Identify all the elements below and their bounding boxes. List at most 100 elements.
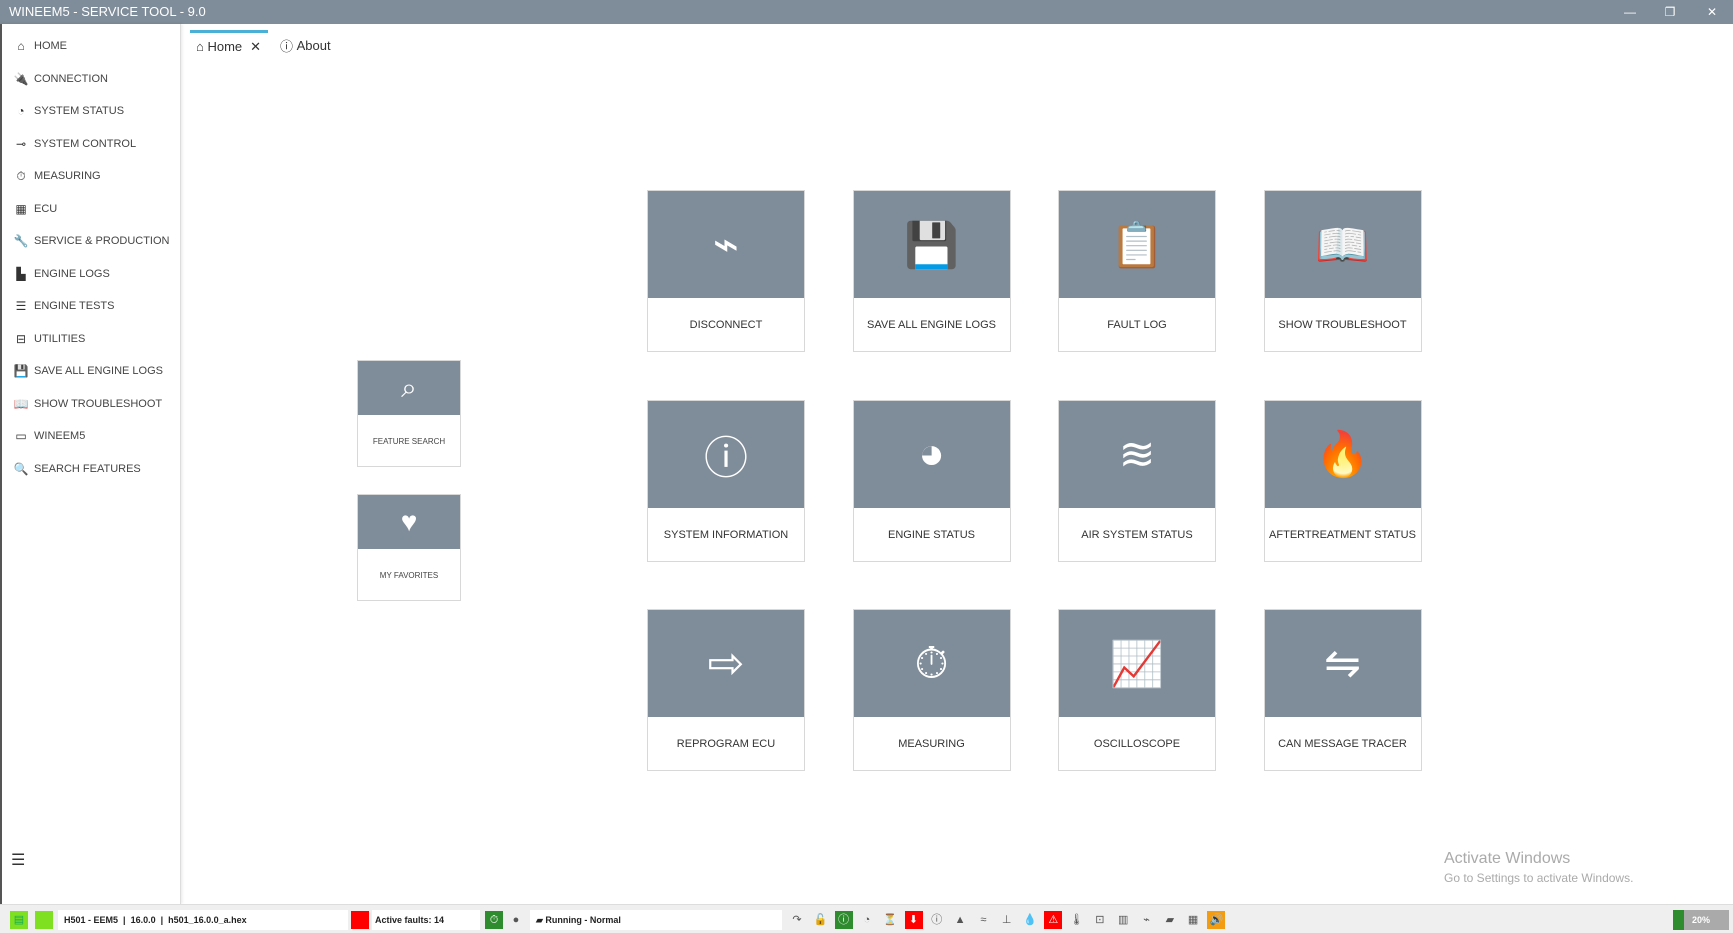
status-icon-10[interactable]: 💧 [1021,911,1039,929]
sidebar-item-label: SAVE ALL ENGINE LOGS [34,365,163,377]
sidebar-item-label: CONNECTION [34,72,108,85]
sidebar-item-label: SHOW TROUBLESHOOT [34,397,163,410]
status-icon-15[interactable]: ⌁ [1138,911,1156,929]
status-icon-14[interactable]: ▥ [1114,911,1132,929]
tab-about[interactable]: ⓘ About [280,30,331,60]
sidebar-item-save-all-engine-logs[interactable]: 💾 SAVE ALL ENGINE LOGS [13,357,163,385]
utilities-icon: ⊟ [15,331,27,346]
activation-watermark: Activate Windows Go to Settings to activa… [1444,850,1633,885]
sidebar-item-engine-logs[interactable]: ▙ ENGINE LOGS [13,260,109,288]
tile-label: SHOW TROUBLESHOOT [1278,319,1407,331]
wineem5-icon: ▭ [15,429,27,443]
tile-can-message-tracer[interactable]: ⇋ CAN MESSAGE TRACER [1263,609,1422,771]
sidebar-item-search-features[interactable]: 🔍 SEARCH FEATURES [13,455,141,483]
tile-label: FEATURE SEARCH [372,436,446,446]
fault-log-icon: 📋 [1059,191,1215,298]
tile-label: AIR SYSTEM STATUS [1081,528,1193,541]
oscilloscope-icon: 📈 [1059,610,1215,717]
restore-button[interactable]: ❐ [1650,0,1690,24]
aftertreatment-status-icon: 🔥 [1264,400,1421,508]
sidebar-item-label: SYSTEM CONTROL [34,137,137,150]
status-icon-16[interactable]: ▰ [1161,911,1179,929]
status-icon-6[interactable]: ⓘ [928,911,946,929]
sidebar-item-service-production[interactable]: 🔧 SERVICE & PRODUCTION [13,227,170,255]
sidebar-item-label: ENGINE TESTS [34,300,115,312]
status-icon-5[interactable]: ⬇ [904,911,923,929]
tile-save-all-engine-logs[interactable]: 💾 SAVE ALL ENGINE LOGS [852,190,1011,352]
window-title: WINEEM5 - SERVICE TOOL - 9.0 [9,4,206,19]
connection-status-icon[interactable]: ▤ [10,911,28,929]
tile-my-favorites[interactable]: ♥ MY FAVORITES [357,494,461,601]
engine-status-icon: ◕ [853,400,1010,508]
sidebar-item-label: HOME [34,40,67,52]
tile-disconnect[interactable]: ⌁ DISCONNECT [647,190,805,352]
tab-home[interactable]: ⌂ Home ✕ [190,30,268,60]
home-icon: ⌂ [17,39,25,53]
status-icon-7[interactable]: ▲ [951,911,969,929]
sidebar-item-home[interactable]: ⌂ HOME [13,32,67,60]
tile-measuring[interactable]: ⏱ MEASURING [852,609,1011,771]
tile-label: MY FAVORITES [379,570,439,580]
status-icon-12[interactable]: 🌡 [1068,911,1086,929]
sidebar-item-connection[interactable]: 🔌 CONNECTION [13,65,108,93]
active-faults[interactable]: Active faults: 14 [372,910,480,930]
air-system-status-icon: ≋ [1059,400,1215,508]
status-bar: ▤ H501 - EEM5 | 16.0.0 | h501_16.0.0_a.h… [0,904,1733,933]
can-message-tracer-icon: ⇋ [1264,610,1421,717]
tile-show-troubleshoot[interactable]: 📖 SHOW TROUBLESHOOT [1263,190,1422,352]
tile-system-information[interactable]: ⓘ SYSTEM INFORMATION [647,399,805,562]
close-tab-icon[interactable]: ✕ [250,39,261,55]
tile-aftertreatment-status[interactable]: 🔥 AFTERTREATMENT STATUS [1263,399,1422,562]
status-icon-11[interactable]: ⚠ [1044,911,1063,929]
save-all-engine-logs-icon: 💾 [853,191,1010,298]
system-status-icon: ◔ [17,104,25,118]
status-icon-4[interactable]: ⏳ [881,911,899,929]
sidebar-item-system-control[interactable]: ⊸ SYSTEM CONTROL [13,130,136,158]
sidebar-item-measuring[interactable]: ⏱ MEASURING [13,162,100,190]
status-icon-3[interactable]: ◔ [858,911,876,929]
measuring-icon: ⏱ [16,168,26,183]
tile-label: OSCILLOSCOPE [1093,738,1181,750]
sidebar-item-label: SYSTEM STATUS [34,105,125,117]
sidebar-item-ecu[interactable]: ▦ ECU [13,195,57,223]
sidebar-item-wineem5[interactable]: ▭ WINEEM5 [13,422,85,450]
tile-air-system-status[interactable]: ≋ AIR SYSTEM STATUS [1058,399,1216,562]
sidebar: ⌂ HOME 🔌 CONNECTION ◔ SYSTEM STATUS ⊸ SYSTEM CO… [0,24,181,904]
close-button[interactable]: ✕ [1692,0,1732,24]
sidebar-item-system-status[interactable]: ◔ SYSTEM STATUS [13,97,124,125]
sidebar-item-label: UTILITIES [34,332,86,345]
tile-fault-log[interactable]: 📋 FAULT LOG [1058,190,1216,352]
measuring-icon: ⏱ [853,610,1010,717]
status-icon-9[interactable]: ⊥ [998,911,1016,929]
my-favorites-icon: ♥ [358,495,460,549]
sidebar-item-label: SERVICE & PRODUCTION [34,235,170,247]
minimize-button[interactable]: — [1610,0,1650,24]
title-bar: WINEEM5 - SERVICE TOOL - 9.0 — ❐ ✕ [0,0,1733,24]
tile-feature-search[interactable]: ⌕ FEATURE SEARCH [357,360,461,467]
disconnect-icon: ⌁ [648,191,804,298]
status-icon-0[interactable]: ↷ [788,911,806,929]
status-icon-1[interactable]: 🔓 [811,911,829,929]
tile-oscilloscope[interactable]: 📈 OSCILLOSCOPE [1058,609,1216,771]
menu-toggle-icon[interactable]: ☰ [11,850,25,870]
status-icon-17[interactable]: ▦ [1184,911,1202,929]
status-icon-8[interactable]: ≈ [974,911,992,929]
tile-reprogram-ecu[interactable]: ⇨ REPROGRAM ECU [647,609,805,771]
ecu-icon: ▦ [15,201,27,216]
watermark-line1: Activate Windows [1444,850,1571,867]
home-icon: ⌂ [196,39,208,54]
sidebar-item-engine-tests[interactable]: ☰ ENGINE TESTS [13,292,115,320]
fault-indicator [351,911,369,929]
sidebar-item-label: WINEEM5 [34,430,86,442]
ecu-name: H501 - EEM5 [64,915,119,925]
sidebar-item-utilities[interactable]: ⊟ UTILITIES [13,325,85,353]
status-icon-13[interactable]: ⊡ [1091,911,1109,929]
tile-engine-status[interactable]: ◕ ENGINE STATUS [852,399,1011,562]
status-icon-18[interactable]: 🔊 [1207,911,1226,929]
progress-text: 20% [1691,915,1710,925]
engine-state-text: Running - Normal [545,915,621,925]
timer-icon[interactable]: ⏱ [485,911,503,929]
status-icon-2[interactable]: ⓘ [834,911,853,929]
record-icon[interactable]: ● [507,911,525,929]
sidebar-item-show-troubleshoot[interactable]: 📖 SHOW TROUBLESHOOT [13,390,163,418]
